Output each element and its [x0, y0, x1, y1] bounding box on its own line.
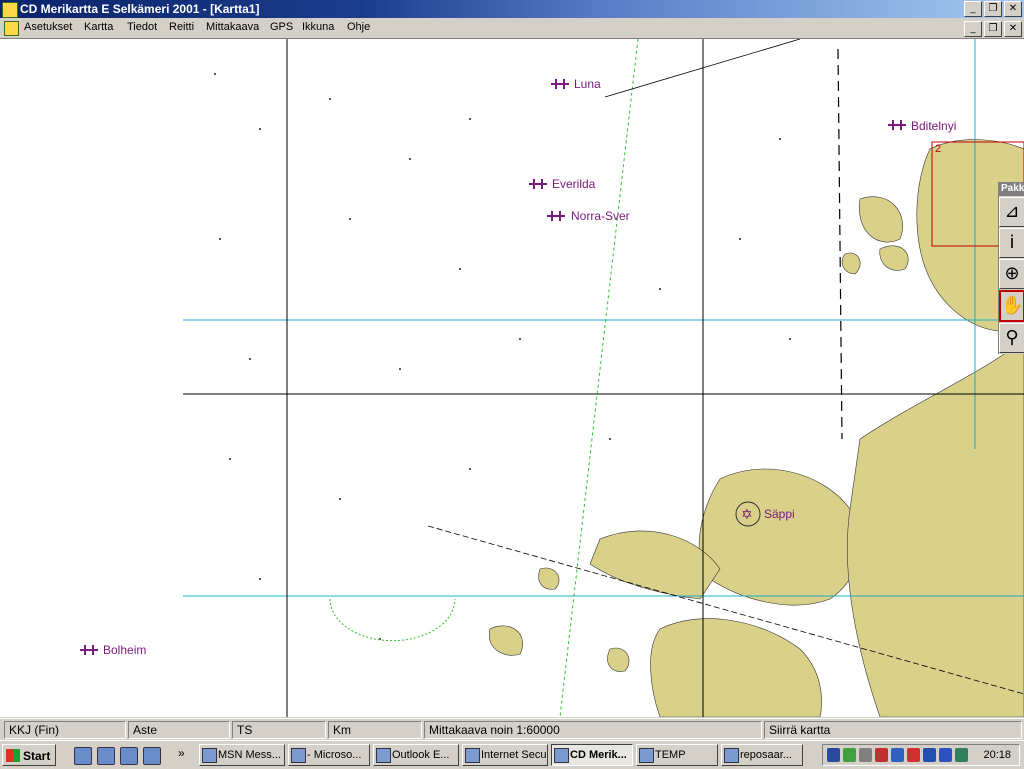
tray-network-icon[interactable]	[827, 748, 840, 762]
status-units: Aste	[128, 721, 230, 739]
doc-close-button[interactable]: ✕	[1004, 21, 1022, 37]
mainland-east	[847, 338, 1024, 717]
task-label: MSN Mess...	[218, 749, 281, 761]
islet-4	[488, 625, 523, 656]
islet-5	[538, 567, 560, 590]
task-label: Internet Secu...	[481, 749, 547, 761]
island-south	[650, 618, 822, 717]
map-label-sappi: Säppi	[764, 507, 795, 521]
menu-asetukset[interactable]: Asetukset	[24, 21, 72, 33]
doc-restore-button[interactable]: ❐	[984, 21, 1002, 37]
tool-palette[interactable]: Pakki ⊿ i ⊕ ✋ ⚲	[998, 182, 1024, 354]
islet-6	[607, 647, 630, 672]
menu-gps[interactable]: GPS	[270, 21, 293, 33]
chart-drawing: ✡ 2 Luna Bditelnyi Everilda Norra-Sver S…	[80, 39, 1024, 717]
islet-3	[841, 252, 861, 275]
microsoft-app-icon	[291, 748, 306, 763]
window-title-bar[interactable]: CD Merikartta E Selkämeri 2001 - [Kartta…	[0, 0, 1024, 18]
map-label-norra-sver: Norra-Sver	[571, 209, 630, 223]
tray-app-icon[interactable]	[843, 748, 856, 762]
task-msn-messenger[interactable]: MSN Mess...	[199, 744, 285, 766]
tray-monitor-icon[interactable]	[923, 748, 936, 762]
menu-tiedot[interactable]: Tiedot	[127, 21, 157, 33]
task-outlook-express[interactable]: Outlook E...	[373, 744, 459, 766]
task-label: Outlook E...	[392, 749, 450, 761]
merikartta-icon	[554, 748, 569, 763]
tray-messenger-icon[interactable]	[955, 748, 968, 762]
windows-flag-icon	[6, 749, 20, 762]
status-ts: TS	[232, 721, 326, 739]
window-title: CD Merikartta E Selkämeri 2001 - [Kartta…	[20, 2, 260, 16]
task-label: CD Merik...	[570, 749, 627, 761]
task-microsoft[interactable]: - Microso...	[288, 744, 370, 766]
task-label: - Microso...	[307, 749, 362, 761]
map-label-bolheim: Bolheim	[103, 643, 146, 657]
lighthouse-star: ✡	[741, 507, 753, 523]
inset-number: 2	[935, 143, 941, 155]
image-icon	[724, 748, 739, 763]
task-label: TEMP	[655, 749, 686, 761]
tray-security-icon[interactable]	[875, 748, 888, 762]
task-cd-merikartta[interactable]: CD Merik...	[551, 744, 633, 766]
security-icon	[465, 748, 480, 763]
islet-2	[879, 245, 909, 271]
taskbar: Start » MSN Mess... - Microso... Outlook…	[0, 740, 1024, 769]
menu-bar: Asetukset Kartta Tiedot Reitti Mittakaav…	[0, 18, 1024, 39]
minimize-button[interactable]: _	[964, 1, 982, 17]
route-line	[559, 39, 639, 717]
doc-minimize-button[interactable]: _	[964, 21, 982, 37]
menu-kartta[interactable]: Kartta	[84, 21, 113, 33]
quicklaunch-more-chevron[interactable]: »	[178, 746, 185, 760]
quicklaunch-desktop-icon[interactable]	[74, 747, 92, 765]
nautical-chart[interactable]: ✡ 2 Luna Bditelnyi Everilda Norra-Sver S…	[0, 39, 1024, 717]
start-label: Start	[23, 749, 51, 763]
taskbar-clock[interactable]: 20:18	[983, 749, 1011, 761]
sappi-island	[698, 468, 861, 606]
quicklaunch-ie-icon[interactable]	[120, 747, 138, 765]
boundary-line	[837, 48, 843, 440]
status-bar: KKJ (Fin) Aste TS Km Mittakaava noin 1:6…	[0, 718, 1024, 741]
start-button[interactable]: Start	[2, 744, 56, 766]
menu-ohje[interactable]: Ohje	[347, 21, 370, 33]
map-label-luna: Luna	[574, 77, 601, 91]
status-distance-unit: Km	[328, 721, 422, 739]
msn-icon	[202, 748, 217, 763]
tool-palette-title[interactable]: Pakki	[999, 182, 1024, 196]
menu-reitti[interactable]: Reitti	[169, 21, 194, 33]
folder-icon	[639, 748, 654, 763]
tray-bluetooth-icon[interactable]	[939, 748, 952, 762]
pan-hand-icon[interactable]: ✋	[999, 290, 1024, 322]
task-reposaari[interactable]: reposaar...	[721, 744, 803, 766]
status-action: Siirrä kartta	[764, 721, 1022, 739]
system-tray: 20:18	[822, 744, 1020, 766]
document-icon[interactable]	[4, 21, 19, 36]
land-areas	[488, 139, 1024, 717]
tray-display-icon[interactable]	[891, 748, 904, 762]
app-icon[interactable]	[2, 2, 18, 18]
status-scale: Mittakaava noin 1:60000	[424, 721, 762, 739]
quicklaunch-outlook-icon[interactable]	[97, 747, 115, 765]
task-label: reposaar...	[740, 749, 792, 761]
status-coordinate-system: KKJ (Fin)	[4, 721, 126, 739]
compass-rose	[329, 598, 456, 642]
restore-button[interactable]: ❐	[984, 1, 1002, 17]
map-label-everilda: Everilda	[552, 177, 596, 191]
pin-add-icon[interactable]: ⚲	[999, 323, 1024, 353]
measure-icon[interactable]: ⊿	[999, 197, 1024, 227]
islet-1	[859, 196, 903, 243]
info-icon[interactable]: i	[999, 228, 1024, 258]
quicklaunch-app-icon[interactable]	[143, 747, 161, 765]
zoom-in-icon[interactable]: ⊕	[999, 259, 1024, 289]
menu-ikkuna[interactable]: Ikkuna	[302, 21, 334, 33]
outlook-icon	[376, 748, 391, 763]
task-temp-folder[interactable]: TEMP	[636, 744, 718, 766]
close-button[interactable]: ✕	[1004, 1, 1022, 17]
tray-antivirus-icon[interactable]	[907, 748, 920, 762]
tray-volume-icon[interactable]	[859, 748, 872, 762]
map-label-bditelnyi: Bditelnyi	[911, 119, 956, 133]
menu-mittakaava[interactable]: Mittakaava	[206, 21, 259, 33]
task-internet-security[interactable]: Internet Secu...	[462, 744, 548, 766]
